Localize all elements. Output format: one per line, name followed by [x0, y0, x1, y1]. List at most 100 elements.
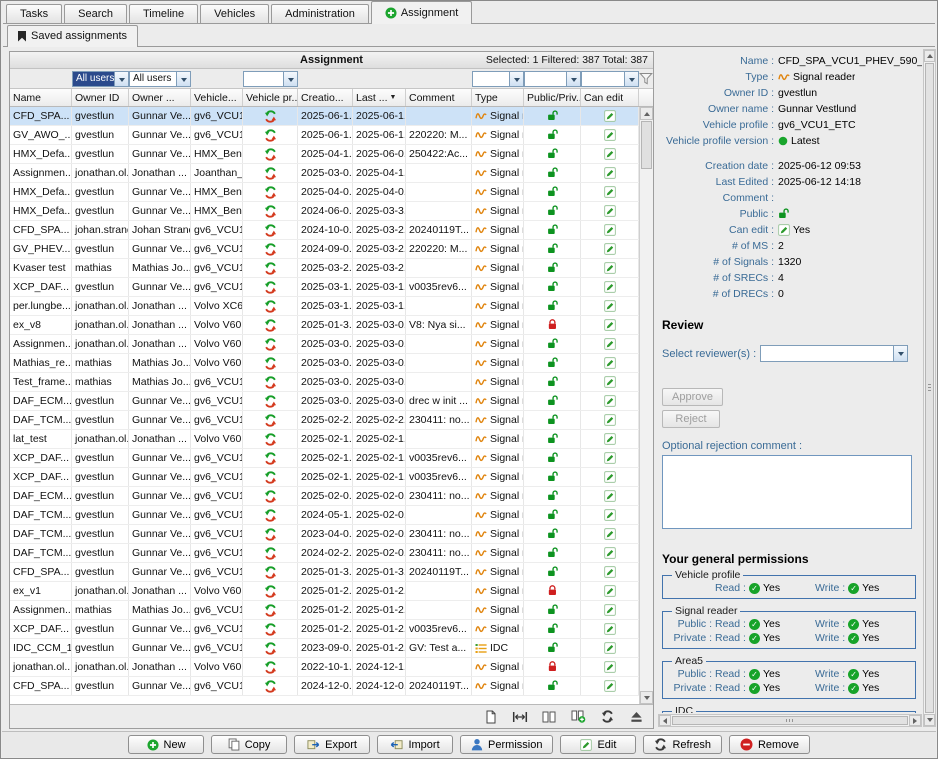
reject-button[interactable]: Reject	[662, 410, 720, 428]
cell-creation-date: 2025-01-3...	[298, 316, 353, 334]
table-row[interactable]: DAF_ECM... gvestlun Gunnar Ve... gv6_VCU…	[10, 392, 639, 411]
column-header-name[interactable]: Name	[10, 89, 72, 106]
scroll-up-arrow[interactable]	[924, 50, 935, 62]
scrollbar-thumb[interactable]	[672, 716, 908, 725]
table-row[interactable]: ex_v8 jonathan.ol... Jonathan ... Volvo …	[10, 316, 639, 335]
table-row[interactable]: CFD_SPA... gvestlun Gunnar Ve... gv6_VCU…	[10, 563, 639, 582]
table-row[interactable]: lat_test jonathan.ol... Jonathan ... Vol…	[10, 430, 639, 449]
vehicle-profile-filter[interactable]	[243, 71, 298, 87]
table-row[interactable]: DAF_ECM... gvestlun Gunnar Ve... gv6_VCU…	[10, 487, 639, 506]
fit-width-icon[interactable]	[511, 709, 529, 725]
table-row[interactable]: CFD_SPA... gvestlun Gunnar Ve... gv6_VCU…	[10, 677, 639, 696]
table-row[interactable]: HMX_Defa... gvestlun Gunnar Ve... HMX_Be…	[10, 145, 639, 164]
type-label: Signal r...	[490, 680, 524, 692]
column-label: Last ...	[356, 92, 388, 104]
remove-button[interactable]: Remove	[729, 735, 810, 754]
scrollbar-track[interactable]	[671, 715, 909, 726]
new-button[interactable]: New	[128, 735, 204, 754]
copy-button[interactable]: Copy	[211, 735, 287, 754]
scroll-down-arrow[interactable]	[640, 691, 653, 704]
table-row[interactable]: Assignmen... jonathan.ol... Jonathan ...…	[10, 164, 639, 183]
scrollbar-thumb[interactable]	[925, 63, 934, 713]
table-row[interactable]: per.lungbe... jonathan.ol... Jonathan ..…	[10, 297, 639, 316]
export-button[interactable]: Export	[294, 735, 370, 754]
table-row[interactable]: jonathan.ol... jonathan.ol... Jonathan .…	[10, 658, 639, 677]
tab-tasks[interactable]: Tasks	[6, 4, 62, 23]
import-button[interactable]: Import	[377, 735, 453, 754]
table-vertical-scrollbar[interactable]	[639, 107, 653, 704]
table-row[interactable]: Assignmen... mathias Mathias Jo... gv6_V…	[10, 601, 639, 620]
reviewer-select[interactable]	[760, 345, 908, 362]
table-row[interactable]: Mathias_re... mathias Mathias Jo... Volv…	[10, 354, 639, 373]
table-row[interactable]: DAF_TCM... gvestlun Gunnar Ve... gv6_VCU…	[10, 411, 639, 430]
read-permission: Read :✓Yes	[715, 682, 815, 694]
column-header-creatio[interactable]: Creatio...	[298, 89, 353, 106]
scrollbar-thumb[interactable]	[641, 121, 652, 169]
column-header-last[interactable]: Last ...▼	[353, 89, 406, 106]
visibility-filter[interactable]	[524, 71, 581, 87]
table-row[interactable]: HMX_Defa... gvestlun Gunnar Ve... HMX_Be…	[10, 202, 639, 221]
table-row[interactable]: CFD_SPA... gvestlun Gunnar Ve... gv6_VCU…	[10, 107, 639, 126]
table-row[interactable]: XCP_DAF... gvestlun Gunnar Ve... gv6_VCU…	[10, 278, 639, 297]
column-header-owner[interactable]: Owner ...	[129, 89, 191, 106]
details-vertical-scrollbar[interactable]	[923, 49, 936, 727]
column-header-vehicle-pr[interactable]: Vehicle pr...	[243, 89, 298, 106]
scroll-right-arrow[interactable]	[909, 715, 921, 726]
details-horizontal-scrollbar[interactable]	[658, 714, 922, 727]
column-header-comment[interactable]: Comment	[406, 89, 472, 106]
permission-group-title: Area5	[672, 655, 706, 667]
approve-button[interactable]: Approve	[662, 388, 723, 406]
scrollbar-track[interactable]	[924, 62, 935, 714]
scroll-up-arrow[interactable]	[640, 107, 653, 120]
table-row[interactable]: DAF_TCM... gvestlun Gunnar Ve... gv6_VCU…	[10, 506, 639, 525]
type-filter[interactable]	[472, 71, 524, 87]
scroll-down-arrow[interactable]	[924, 714, 935, 726]
column-label: Vehicle pr...	[246, 92, 298, 104]
tab-administration[interactable]: Administration	[271, 4, 369, 23]
column-header-type[interactable]: Type	[472, 89, 524, 106]
column-header-can-edit[interactable]: Can edit	[581, 89, 639, 106]
can-edit-filter[interactable]	[581, 71, 639, 87]
table-row[interactable]: CFD_SPA... johan.strand Johan Strand gv6…	[10, 221, 639, 240]
columns-icon[interactable]	[540, 709, 558, 725]
edit-button[interactable]: Edit	[560, 735, 636, 754]
detail-label: Name :	[658, 55, 778, 67]
table-row[interactable]: Assignmen... jonathan.ol... Jonathan ...…	[10, 335, 639, 354]
table-row[interactable]: HMX_Defa... gvestlun Gunnar Ve... HMX_Be…	[10, 183, 639, 202]
columns-add-icon[interactable]	[569, 709, 587, 725]
table-row[interactable]: Test_frame... mathias Mathias Jo... gv6_…	[10, 373, 639, 392]
edit-icon	[580, 739, 592, 751]
refresh-icon[interactable]	[598, 709, 616, 725]
lock-open-icon	[524, 449, 581, 467]
filter-funnel-icon[interactable]	[639, 72, 653, 85]
owner-id-filter[interactable]: All users	[72, 71, 129, 87]
scroll-left-arrow[interactable]	[659, 715, 671, 726]
table-row[interactable]: XCP_DAF... gvestlun Gunnar Ve... gv6_VCU…	[10, 449, 639, 468]
table-row[interactable]: GV_PHEV... gvestlun Gunnar Ve... gv6_VCU…	[10, 240, 639, 259]
table-row[interactable]: XCP_DAF... gvestlun Gunnar Ve... gv6_VCU…	[10, 620, 639, 639]
owner-name-filter[interactable]: All users	[129, 71, 191, 87]
tab-saved-assignments[interactable]: Saved assignments	[7, 25, 138, 46]
permission-button[interactable]: Permission	[460, 735, 553, 754]
refresh-button[interactable]: Refresh	[643, 735, 722, 754]
column-header-public-priv[interactable]: Public/Priv...	[524, 89, 581, 106]
file-icon[interactable]	[482, 709, 500, 725]
tab-search[interactable]: Search	[64, 4, 127, 23]
table-row[interactable]: GV_AWO_... gvestlun Gunnar Ve... gv6_VCU…	[10, 126, 639, 145]
table-row[interactable]: DAF_TCM... gvestlun Gunnar Ve... gv6_VCU…	[10, 525, 639, 544]
detail-owner-id: Owner ID :gvestlun	[658, 85, 922, 101]
column-header-owner-id[interactable]: Owner ID	[72, 89, 129, 106]
scrollbar-track[interactable]	[640, 120, 653, 691]
eject-icon[interactable]	[627, 709, 645, 725]
rejection-comment-textarea[interactable]	[662, 455, 912, 529]
tab-timeline[interactable]: Timeline	[129, 4, 198, 23]
tab-assignment[interactable]: Assignment	[371, 1, 472, 23]
table-row[interactable]: ex_v1 jonathan.ol... Jonathan ... Volvo …	[10, 582, 639, 601]
cell-comment: drec w init ...	[406, 392, 472, 410]
table-row[interactable]: IDC_CCM_1 gvestlun Gunnar Ve... gv6_VCU1…	[10, 639, 639, 658]
table-row[interactable]: Kvaser test mathias Mathias Jo... gv6_VC…	[10, 259, 639, 278]
table-row[interactable]: DAF_TCM... gvestlun Gunnar Ve... gv6_VCU…	[10, 544, 639, 563]
tab-vehicles[interactable]: Vehicles	[200, 4, 269, 23]
table-row[interactable]: XCP_DAF... gvestlun Gunnar Ve... gv6_VCU…	[10, 468, 639, 487]
column-header-vehicle[interactable]: Vehicle...	[191, 89, 243, 106]
